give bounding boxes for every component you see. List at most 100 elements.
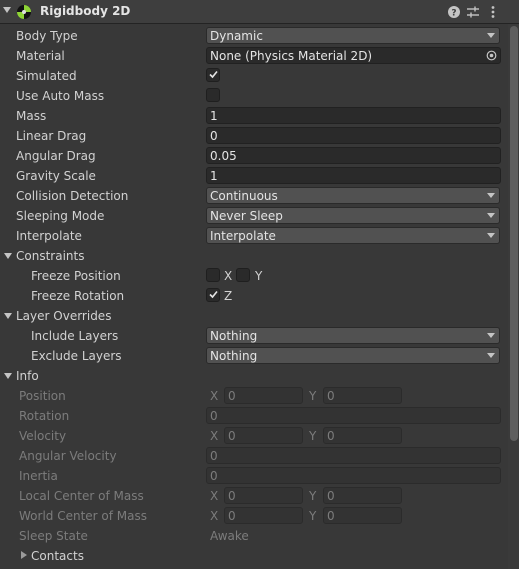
foldout-collapsed-icon[interactable] — [21, 551, 27, 559]
freeze-rotation-z-checkbox[interactable] — [206, 288, 220, 302]
inertia-field: 0 — [206, 467, 501, 484]
info-world-com-label: World Center of Mass — [19, 509, 147, 523]
info-angular-velocity-row: Angular Velocity 0 — [0, 446, 519, 466]
checkmark-icon — [209, 70, 218, 79]
angular-drag-input[interactable]: 0.05 — [206, 147, 501, 164]
info-inertia-row: Inertia 0 — [0, 466, 519, 486]
position-x-value: 0 — [228, 389, 236, 403]
velocity-y-value: 0 — [327, 429, 335, 443]
velocity-x-label: X — [210, 429, 219, 443]
world-com-y-field: 0 — [323, 507, 402, 524]
collision-detection-row: Collision Detection Continuous — [0, 186, 519, 206]
contacts-foldout[interactable]: Contacts — [0, 546, 519, 566]
sleeping-mode-dropdown[interactable]: Never Sleep — [206, 207, 500, 224]
foldout-expanded-icon[interactable] — [4, 313, 12, 319]
simulated-label: Simulated — [16, 69, 77, 83]
chevron-down-icon — [487, 233, 495, 238]
info-position-row: Position X 0 Y 0 — [0, 386, 519, 406]
angular-velocity-value: 0 — [210, 449, 218, 463]
freeze-position-x-checkbox[interactable] — [206, 268, 220, 282]
info-rotation-label: Rotation — [19, 409, 70, 423]
exclude-layers-dropdown[interactable]: Nothing — [206, 347, 500, 364]
local-com-y-field: 0 — [323, 487, 402, 504]
collision-detection-label: Collision Detection — [16, 189, 129, 203]
position-y-label: Y — [309, 389, 317, 403]
include-layers-label: Include Layers — [31, 329, 119, 343]
velocity-y-label: Y — [309, 429, 317, 443]
freeze-position-row: Freeze Position X Y — [0, 266, 519, 286]
angular-drag-value: 0.05 — [210, 149, 237, 163]
collapse-arrow-icon[interactable] — [3, 7, 11, 13]
freeze-position-label: Freeze Position — [31, 269, 121, 283]
layer-overrides-foldout[interactable]: Layer Overrides — [0, 306, 519, 326]
freeze-position-y-checkbox[interactable] — [236, 268, 250, 282]
material-object-field[interactable]: None (Physics Material 2D) — [206, 47, 501, 64]
velocity-x-field: 0 — [224, 427, 303, 444]
include-layers-value: Nothing — [210, 329, 258, 343]
angular-velocity-field: 0 — [206, 447, 501, 464]
svg-text:?: ? — [451, 9, 456, 19]
info-position-label: Position — [19, 389, 66, 403]
chevron-down-icon — [487, 193, 495, 198]
mass-label[interactable]: Mass — [16, 109, 46, 123]
material-value: None (Physics Material 2D) — [210, 49, 373, 63]
help-icon[interactable]: ? — [446, 4, 462, 20]
physics-component-icon — [17, 5, 31, 19]
info-foldout[interactable]: Info — [0, 366, 519, 386]
foldout-expanded-icon[interactable] — [4, 253, 12, 259]
gravity-scale-value: 1 — [210, 169, 218, 183]
constraints-foldout[interactable]: Constraints — [0, 246, 519, 266]
constraints-label[interactable]: Constraints — [16, 249, 84, 263]
preset-icon[interactable] — [465, 4, 481, 20]
position-y-field: 0 — [323, 387, 402, 404]
use-auto-mass-row: Use Auto Mass — [0, 86, 519, 106]
include-layers-dropdown[interactable]: Nothing — [206, 327, 500, 344]
simulated-row: Simulated — [0, 66, 519, 86]
info-world-com-row: World Center of Mass X 0 Y 0 — [0, 506, 519, 526]
linear-drag-row: Linear Drag 0 — [0, 126, 519, 146]
world-com-x-label: X — [210, 509, 219, 523]
contacts-label[interactable]: Contacts — [31, 549, 84, 563]
velocity-x-value: 0 — [228, 429, 236, 443]
body-type-value: Dynamic — [210, 29, 263, 43]
material-row: Material None (Physics Material 2D) — [0, 46, 519, 66]
world-com-x-field: 0 — [224, 507, 303, 524]
info-label[interactable]: Info — [16, 369, 39, 383]
body-type-row: Body Type Dynamic — [0, 26, 519, 46]
interpolate-dropdown[interactable]: Interpolate — [206, 227, 500, 244]
gravity-scale-input[interactable]: 1 — [206, 167, 501, 184]
use-auto-mass-checkbox[interactable] — [206, 88, 220, 102]
body-type-dropdown[interactable]: Dynamic — [206, 27, 500, 44]
local-com-x-label: X — [210, 489, 219, 503]
info-angular-velocity-label: Angular Velocity — [19, 449, 117, 463]
angular-drag-label[interactable]: Angular Drag — [16, 149, 96, 163]
mass-input[interactable]: 1 — [206, 107, 501, 124]
interpolate-row: Interpolate Interpolate — [0, 226, 519, 246]
sleeping-mode-row: Sleeping Mode Never Sleep — [0, 206, 519, 226]
component-header[interactable]: Rigidbody 2D ? — [0, 0, 519, 24]
sleeping-mode-value: Never Sleep — [210, 209, 283, 223]
foldout-expanded-icon[interactable] — [4, 373, 12, 379]
more-menu-icon[interactable] — [485, 4, 501, 20]
position-x-label: X — [210, 389, 219, 403]
mass-value: 1 — [210, 109, 218, 123]
chevron-down-icon — [487, 213, 495, 218]
scrollbar-thumb[interactable] — [510, 26, 518, 441]
freeze-rotation-row: Freeze Rotation Z — [0, 286, 519, 306]
linear-drag-label[interactable]: Linear Drag — [16, 129, 86, 143]
collision-detection-dropdown[interactable]: Continuous — [206, 187, 500, 204]
info-inertia-label: Inertia — [19, 469, 58, 483]
interpolate-label: Interpolate — [16, 229, 82, 243]
info-sleep-state-row: Sleep State Awake — [0, 526, 519, 546]
material-label: Material — [16, 49, 65, 63]
layer-overrides-label[interactable]: Layer Overrides — [16, 309, 111, 323]
linear-drag-input[interactable]: 0 — [206, 127, 501, 144]
info-velocity-row: Velocity X 0 Y 0 — [0, 426, 519, 446]
sleep-state-value: Awake — [210, 529, 249, 543]
gravity-scale-label[interactable]: Gravity Scale — [16, 169, 96, 183]
object-picker-icon[interactable] — [486, 50, 497, 61]
checkmark-icon — [209, 290, 218, 299]
sleeping-mode-label: Sleeping Mode — [16, 209, 105, 223]
mass-row: Mass 1 — [0, 106, 519, 126]
simulated-checkbox[interactable] — [206, 68, 220, 82]
